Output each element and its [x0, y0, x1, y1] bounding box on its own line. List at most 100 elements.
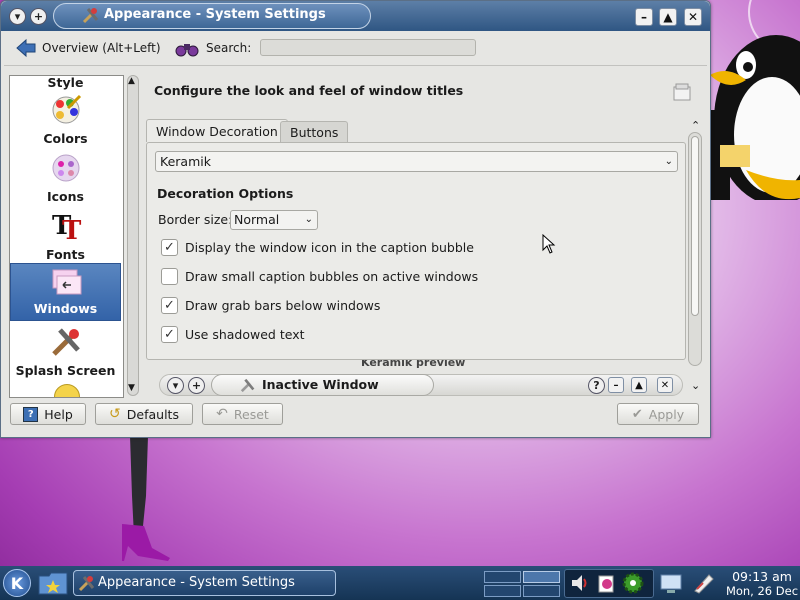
- clock-time: 09:13 am: [732, 569, 792, 584]
- folder-icon[interactable]: [37, 570, 69, 596]
- checkbox-shadowed-text[interactable]: ✓: [161, 326, 178, 343]
- taskbar-item-label: Appearance - System Settings: [98, 575, 295, 590]
- preview-help-button: ?: [588, 377, 605, 394]
- sidebar-item-icons[interactable]: Icons: [10, 150, 121, 208]
- tab-label: Window Decoration: [156, 124, 278, 139]
- content-scrollbar-thumb[interactable]: [691, 136, 699, 316]
- scroll-up-icon[interactable]: ⌃: [691, 119, 700, 132]
- apply-button[interactable]: ✔ Apply: [617, 403, 699, 425]
- keep-above-button[interactable]: +: [30, 8, 47, 25]
- scroll-up-icon[interactable]: ▲: [128, 76, 135, 86]
- defaults-button[interactable]: ↺ Defaults: [95, 403, 193, 425]
- search-label: Search:: [206, 41, 252, 55]
- close-icon: ✕: [687, 10, 699, 24]
- preview-window-title: Inactive Window: [262, 377, 379, 392]
- overview-label: Overview (Alt+Left): [42, 41, 161, 55]
- svg-text:T: T: [62, 216, 82, 242]
- reset-button-label: Reset: [233, 406, 269, 422]
- reset-icon: ↶: [216, 406, 228, 422]
- border-size-select[interactable]: Normal ⌄: [230, 210, 318, 230]
- search-area: Search:: [174, 38, 251, 58]
- appearance-app-icon: [78, 576, 95, 592]
- sidebar-item-splash-screen[interactable]: Splash Screen: [10, 324, 121, 382]
- sidebar-item-colors[interactable]: Colors: [10, 92, 121, 150]
- sidebar-scrollbar[interactable]: [127, 75, 139, 396]
- reset-button[interactable]: ↶ Reset: [202, 403, 283, 425]
- sidebar-item-fonts[interactable]: T T Fonts: [10, 208, 121, 266]
- border-size-label: Border size:: [158, 212, 233, 227]
- system-settings-window: ▾ + Appearance - System Settings – ▲ ✕ O…: [0, 0, 711, 438]
- volume-icon[interactable]: [570, 573, 590, 593]
- preview-maximize-button: ▲: [631, 377, 647, 393]
- desktop-3[interactable]: [484, 585, 521, 597]
- desktop-1[interactable]: [484, 571, 521, 583]
- tux-wallpaper-graphic: [708, 35, 800, 200]
- icons-icon: [52, 154, 80, 182]
- virtual-desktop-pager[interactable]: [484, 571, 560, 597]
- preview-minimize-button: –: [608, 377, 624, 393]
- clock-date: Mon, 26 Dec: [725, 584, 799, 598]
- mouse-cursor-icon: [542, 234, 556, 254]
- help-icon: ?: [593, 379, 600, 392]
- maximize-icon: ▲: [635, 379, 643, 391]
- minimize-button[interactable]: –: [635, 8, 653, 26]
- window-title: Appearance - System Settings: [104, 7, 326, 22]
- sidebar-item-label: Windows: [33, 301, 98, 316]
- checkbox-window-icon[interactable]: ✓: [161, 239, 178, 256]
- splash-screen-icon: [52, 328, 80, 356]
- show-desktop-icon[interactable]: [659, 571, 683, 595]
- windows-icon: [52, 269, 82, 295]
- decoration-options-heading: Decoration Options: [157, 186, 294, 201]
- chevron-down-icon: ⌄: [664, 156, 673, 167]
- colors-icon: [52, 94, 82, 124]
- plus-icon: +: [33, 10, 44, 23]
- search-input[interactable]: [260, 39, 476, 56]
- plus-icon: +: [191, 379, 202, 392]
- preview-menu-button: ▾: [167, 377, 184, 394]
- check-icon: ✓: [164, 327, 175, 342]
- preview-close-button: ✕: [657, 377, 673, 393]
- help-icon: ?: [23, 406, 39, 422]
- whats-this-icon[interactable]: [672, 83, 692, 103]
- checkbox-label[interactable]: Draw grab bars below windows: [185, 298, 380, 313]
- minimize-icon: –: [613, 379, 619, 391]
- chevron-down-icon: ▾: [172, 379, 179, 392]
- clipboard-icon[interactable]: [596, 573, 616, 593]
- tab-window-decoration[interactable]: Window Decoration: [146, 119, 288, 142]
- close-button[interactable]: ✕: [684, 8, 702, 26]
- checkbox-label[interactable]: Draw small caption bubbles on active win…: [185, 269, 478, 284]
- appearance-app-icon: [82, 8, 99, 24]
- checkbox-label[interactable]: Display the window icon in the caption b…: [185, 240, 474, 255]
- kde-menu-button[interactable]: K: [3, 569, 31, 597]
- tab-buttons[interactable]: Buttons: [280, 121, 349, 142]
- sidebar-item-windows[interactable]: Windows: [10, 263, 121, 321]
- next-category-icon: [54, 384, 80, 397]
- desktop-4[interactable]: [523, 585, 560, 597]
- minimize-icon: –: [641, 10, 647, 24]
- fonts-icon: T T: [52, 211, 82, 242]
- category-list[interactable]: Style Colors Icons T T Fonts Windows Spl…: [9, 75, 124, 398]
- maximize-icon: ▲: [663, 10, 673, 24]
- lock-logout-icon[interactable]: [691, 571, 717, 595]
- settings-gear-icon[interactable]: [622, 572, 644, 594]
- page-heading: Configure the look and feel of window ti…: [154, 83, 464, 98]
- close-icon: ✕: [660, 379, 670, 391]
- checkbox-label[interactable]: Use shadowed text: [185, 327, 305, 342]
- checkbox-small-caption-bubbles[interactable]: [161, 268, 178, 285]
- clock[interactable]: 09:13 am Mon, 26 Dec: [724, 569, 800, 598]
- sidebar-item-label: Colors: [43, 131, 88, 146]
- window-menu-button[interactable]: ▾: [9, 8, 26, 25]
- defaults-button-label: Defaults: [126, 406, 179, 422]
- border-size-value: Normal: [234, 212, 280, 227]
- help-button[interactable]: ? Help: [10, 403, 86, 425]
- maximize-button[interactable]: ▲: [659, 8, 677, 26]
- decoration-select[interactable]: Keramik ⌄: [155, 151, 678, 172]
- overview-button[interactable]: Overview (Alt+Left): [15, 38, 161, 58]
- scroll-down-icon[interactable]: ▼: [128, 383, 135, 393]
- taskbar-item-appearance[interactable]: Appearance - System Settings: [73, 570, 336, 596]
- scroll-down-icon[interactable]: ⌄: [691, 379, 700, 392]
- checkbox-grab-bars[interactable]: ✓: [161, 297, 178, 314]
- chevron-down-icon: ▾: [14, 10, 21, 23]
- desktop-2[interactable]: [523, 571, 560, 583]
- defaults-icon: ↺: [109, 406, 121, 422]
